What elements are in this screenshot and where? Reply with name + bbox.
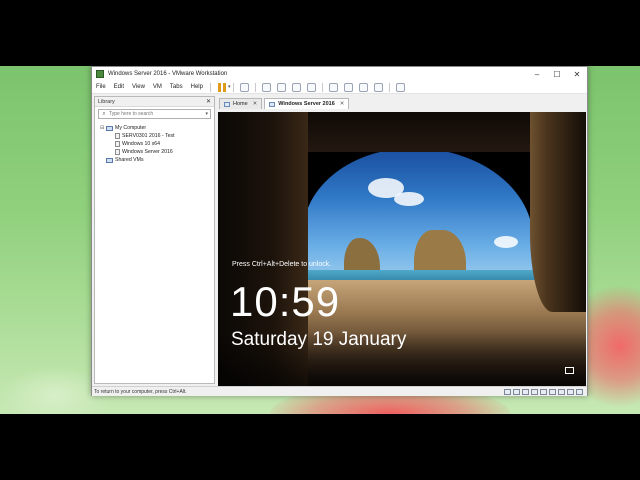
- close-tab-icon[interactable]: ✕: [340, 101, 345, 107]
- pause-icon[interactable]: [217, 82, 226, 92]
- tree-node-my-computer[interactable]: ⊟ My Computer: [100, 124, 214, 132]
- console-view-icon[interactable]: [396, 82, 406, 92]
- search-icon: ⌕: [102, 110, 106, 117]
- unity-icon[interactable]: [374, 82, 384, 92]
- minimize-button[interactable]: –: [527, 67, 547, 81]
- menu-file[interactable]: File: [92, 84, 110, 90]
- computer-icon: [106, 125, 113, 131]
- letterbox: [0, 414, 640, 480]
- vmware-window: Windows Server 2016 - VMware Workstation…: [91, 66, 588, 396]
- menu-edit[interactable]: Edit: [110, 84, 128, 90]
- library-tree: ⊟ My Computer SERV0301 2016 - Test Windo…: [95, 121, 214, 164]
- tab-windows-server-2016[interactable]: Windows Server 2016 ✕: [264, 98, 350, 109]
- library-title: Library: [98, 98, 115, 105]
- message-icon[interactable]: [567, 388, 574, 395]
- unlock-hint: Press Ctrl+Alt+Delete to unlock.: [232, 261, 332, 268]
- menu-bar: File Edit View VM Tabs Help ▾: [92, 81, 587, 94]
- cd-dvd-icon[interactable]: [513, 388, 520, 395]
- sound-icon[interactable]: [540, 388, 547, 395]
- cloud: [394, 192, 424, 206]
- toolbar-divider: [255, 82, 257, 92]
- tree-node-vm[interactable]: Windows Server 2016: [100, 148, 214, 156]
- menu-vm[interactable]: VM: [149, 84, 166, 90]
- send-ctrl-alt-del-icon[interactable]: [240, 82, 250, 92]
- library-search-input[interactable]: [109, 111, 197, 117]
- window-title: Windows Server 2016 - VMware Workstation: [108, 71, 228, 77]
- network-icon[interactable]: [565, 367, 574, 374]
- snapshot-manager-icon[interactable]: [292, 82, 302, 92]
- chevron-down-icon[interactable]: ▾: [228, 84, 231, 90]
- tree-node-label: Windows 10 x64: [122, 141, 161, 147]
- toolbar-divider: [389, 82, 391, 92]
- full-screen-icon[interactable]: [359, 82, 369, 92]
- thumbnail-bar-icon[interactable]: [344, 82, 354, 92]
- show-library-icon[interactable]: [329, 82, 339, 92]
- video-frame: Windows Server 2016 - VMware Workstation…: [0, 0, 640, 480]
- vm-console[interactable]: Press Ctrl+Alt+Delete to unlock. 10:59 S…: [218, 112, 586, 386]
- snapshot-icon[interactable]: [262, 82, 272, 92]
- title-bar: Windows Server 2016 - VMware Workstation…: [92, 67, 587, 81]
- vm-tab-icon: [269, 101, 276, 107]
- library-panel: Library ✕ ⌕ ▾ ⊟ My Computer SERV0301 201…: [94, 96, 215, 384]
- status-message: To return to your computer, press Ctrl+A…: [94, 388, 187, 395]
- device-icons: [502, 388, 583, 395]
- hard-disk-icon[interactable]: [504, 388, 511, 395]
- vm-settings-icon[interactable]: [576, 388, 583, 395]
- tab-label: Home: [233, 101, 248, 107]
- vmware-app-icon: [96, 70, 104, 78]
- tree-node-label: SERV0301 2016 - Test: [122, 133, 175, 139]
- usb-icon[interactable]: [531, 388, 538, 395]
- network-adapter-icon[interactable]: [522, 388, 529, 395]
- library-search: ⌕ ▾: [98, 109, 211, 119]
- menu-help[interactable]: Help: [187, 84, 207, 90]
- tree-node-vm[interactable]: Windows 10 x64: [100, 140, 214, 148]
- vm-icon: [115, 141, 120, 147]
- vm-icon: [115, 149, 120, 155]
- tree-node-label: Windows Server 2016: [122, 149, 173, 155]
- vm-icon: [115, 133, 120, 139]
- window-controls: – ☐ ✕: [527, 67, 587, 81]
- menu-view[interactable]: View: [128, 84, 149, 90]
- toolbar-divider: [209, 82, 211, 92]
- chevron-down-icon[interactable]: ▾: [205, 111, 208, 117]
- manage-snapshots-icon[interactable]: [307, 82, 317, 92]
- display-icon[interactable]: [558, 388, 565, 395]
- tree-node-shared-vms[interactable]: Shared VMs: [100, 156, 214, 164]
- close-tab-icon[interactable]: ✕: [253, 101, 258, 107]
- printer-icon[interactable]: [549, 388, 556, 395]
- tree-node-label: My Computer: [115, 125, 147, 131]
- cloud: [494, 236, 518, 248]
- status-bar: To return to your computer, press Ctrl+A…: [92, 386, 587, 396]
- close-button[interactable]: ✕: [567, 67, 587, 81]
- toolbar-divider: [233, 82, 235, 92]
- tree-node-label: Shared VMs: [115, 157, 144, 163]
- lockscreen-time: 10:59: [230, 278, 341, 325]
- maximize-button[interactable]: ☐: [547, 67, 567, 81]
- cave-wall-right: [530, 112, 586, 312]
- menu-tabs[interactable]: Tabs: [166, 84, 187, 90]
- toolbar-divider: [322, 82, 324, 92]
- tab-bar: Home ✕ Windows Server 2016 ✕: [217, 96, 587, 109]
- shared-vms-icon: [106, 157, 113, 163]
- close-library-icon[interactable]: ✕: [206, 98, 211, 105]
- tab-home[interactable]: Home ✕: [219, 98, 263, 109]
- home-icon: [224, 101, 230, 107]
- library-header: Library ✕: [95, 97, 214, 107]
- tab-label: Windows Server 2016: [278, 101, 335, 107]
- revert-snapshot-icon[interactable]: [277, 82, 287, 92]
- lockscreen-date: Saturday 19 January: [231, 329, 407, 350]
- vm-area: Home ✕ Windows Server 2016 ✕ Press Ctrl+…: [217, 96, 587, 386]
- tree-node-vm[interactable]: SERV0301 2016 - Test: [100, 132, 214, 140]
